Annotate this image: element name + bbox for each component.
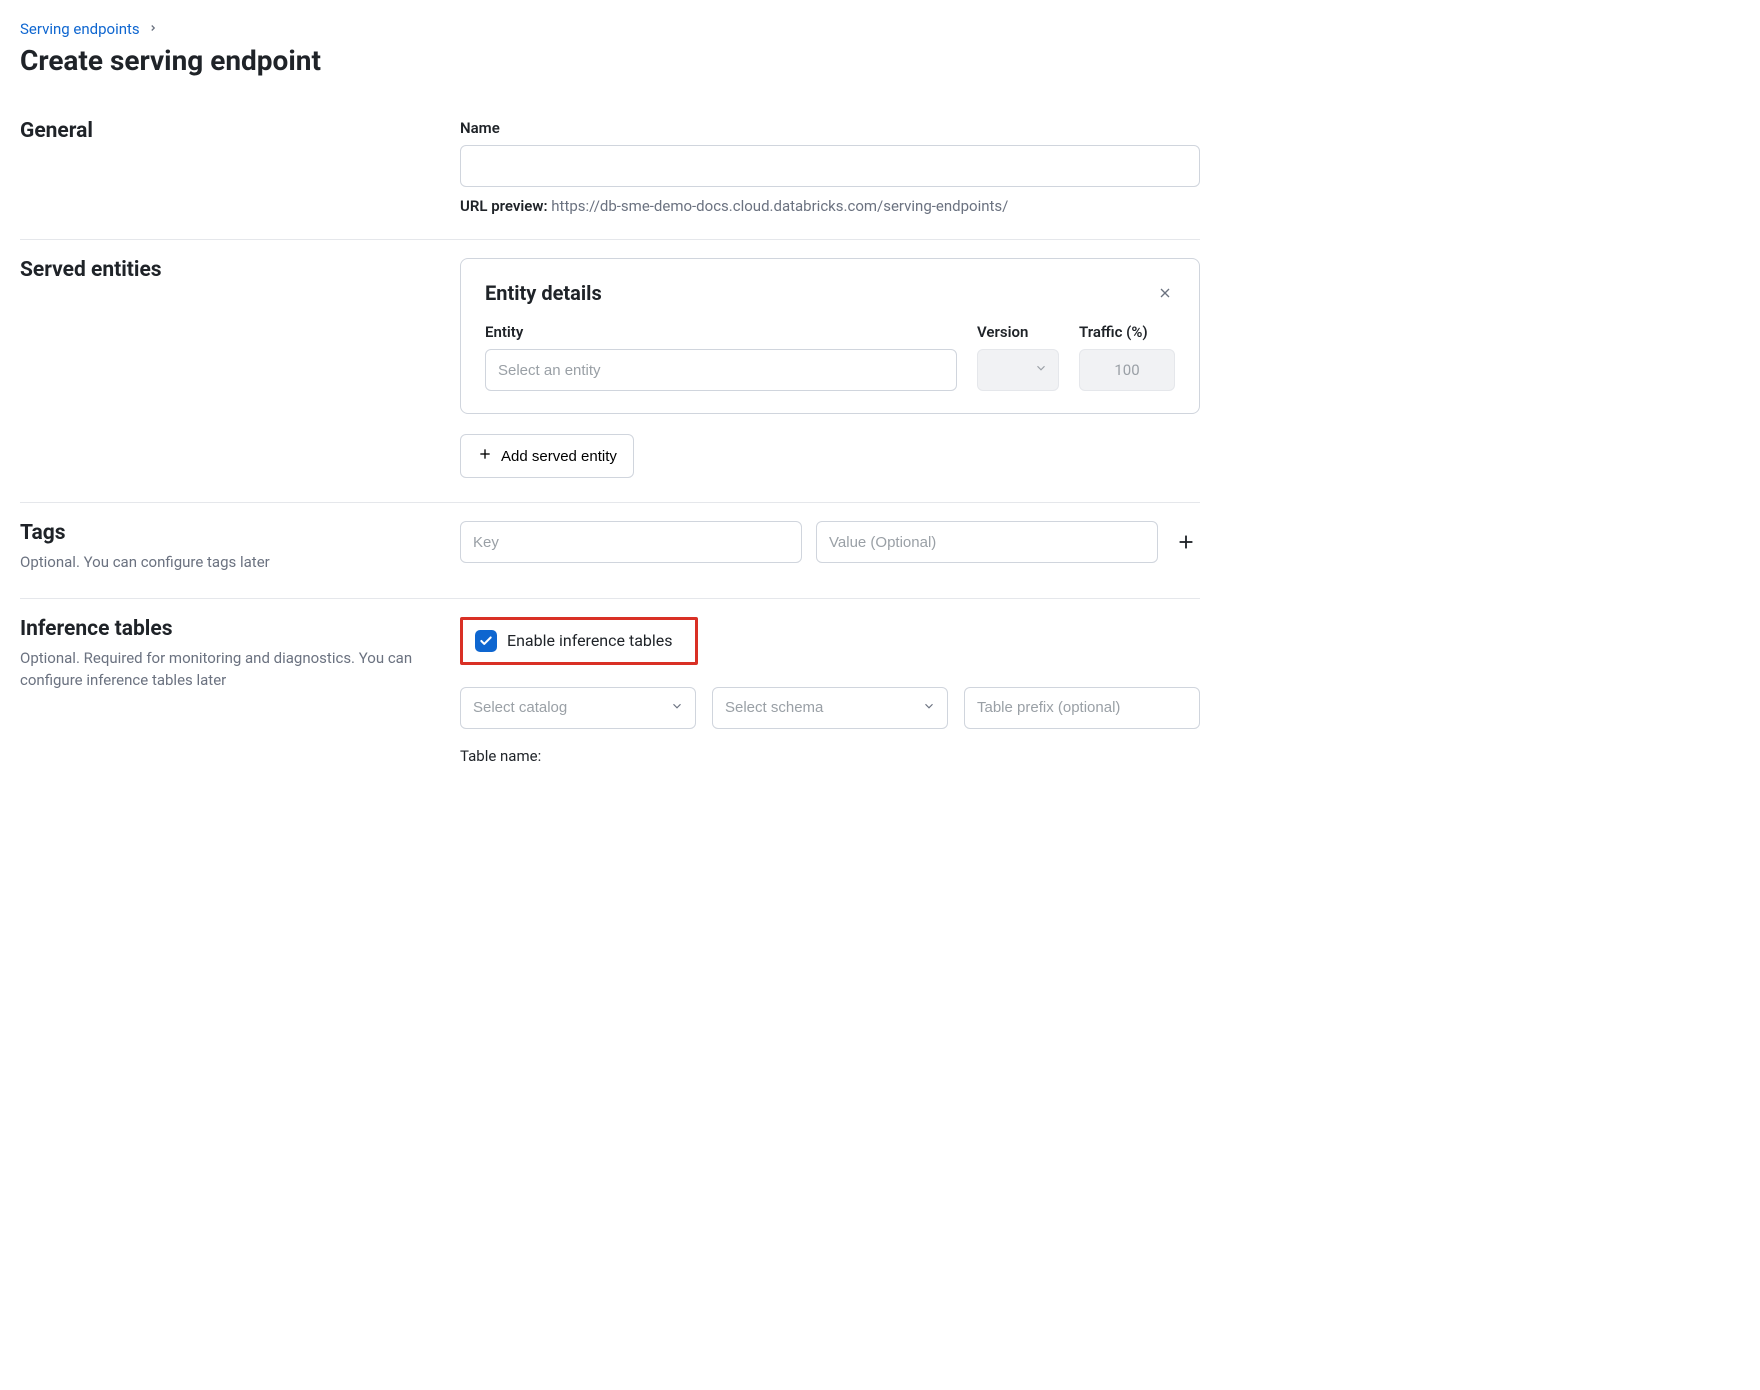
breadcrumb: Serving endpoints — [20, 20, 1200, 38]
chevron-right-icon — [148, 22, 158, 37]
close-icon[interactable] — [1155, 283, 1175, 303]
entity-details-card: Entity details Entity Version — [460, 258, 1200, 414]
url-preview-value: https://db-sme-demo-docs.cloud.databrick… — [551, 197, 1008, 215]
add-served-entity-label: Add served entity — [501, 448, 617, 465]
section-tags: Tags Optional. You can configure tags la… — [20, 503, 1200, 599]
section-subtitle-inference-tables: Optional. Required for monitoring and di… — [20, 647, 440, 692]
section-title-served-entities: Served entities — [20, 258, 440, 282]
table-name-label: Table name: — [460, 747, 1200, 765]
section-served-entities: Served entities Entity details Entity Ve… — [20, 240, 1200, 503]
section-title-inference-tables: Inference tables — [20, 617, 440, 641]
tag-key-input[interactable] — [460, 521, 802, 563]
catalog-select[interactable] — [460, 687, 696, 729]
name-input[interactable] — [460, 145, 1200, 187]
add-served-entity-button[interactable]: Add served entity — [460, 434, 634, 478]
section-inference-tables: Inference tables Optional. Required for … — [20, 599, 1200, 789]
label-name: Name — [460, 119, 1200, 137]
label-version: Version — [977, 323, 1059, 341]
chevron-down-icon — [1034, 361, 1048, 379]
url-preview: URL preview: https://db-sme-demo-docs.cl… — [460, 197, 1200, 215]
enable-inference-label: Enable inference tables — [507, 631, 673, 650]
traffic-input: 100 — [1079, 349, 1175, 391]
enable-inference-checkbox[interactable] — [475, 630, 497, 652]
schema-select[interactable] — [712, 687, 948, 729]
plus-icon — [477, 446, 493, 466]
page-title: Create serving endpoint — [20, 44, 1200, 77]
version-select[interactable] — [977, 349, 1059, 391]
entity-select[interactable] — [485, 349, 957, 391]
label-traffic: Traffic (%) — [1079, 323, 1175, 341]
url-preview-label: URL preview: — [460, 197, 548, 215]
section-title-tags: Tags — [20, 521, 440, 545]
table-prefix-input[interactable] — [964, 687, 1200, 729]
section-title-general: General — [20, 119, 440, 143]
label-entity: Entity — [485, 323, 957, 341]
add-tag-button[interactable] — [1172, 528, 1200, 556]
entity-details-title: Entity details — [485, 281, 602, 305]
section-subtitle-tags: Optional. You can configure tags later — [20, 551, 440, 574]
tag-value-input[interactable] — [816, 521, 1158, 563]
breadcrumb-link-serving-endpoints[interactable]: Serving endpoints — [20, 20, 140, 38]
enable-inference-highlight: Enable inference tables — [460, 617, 698, 665]
section-general: General Name URL preview: https://db-sme… — [20, 101, 1200, 240]
